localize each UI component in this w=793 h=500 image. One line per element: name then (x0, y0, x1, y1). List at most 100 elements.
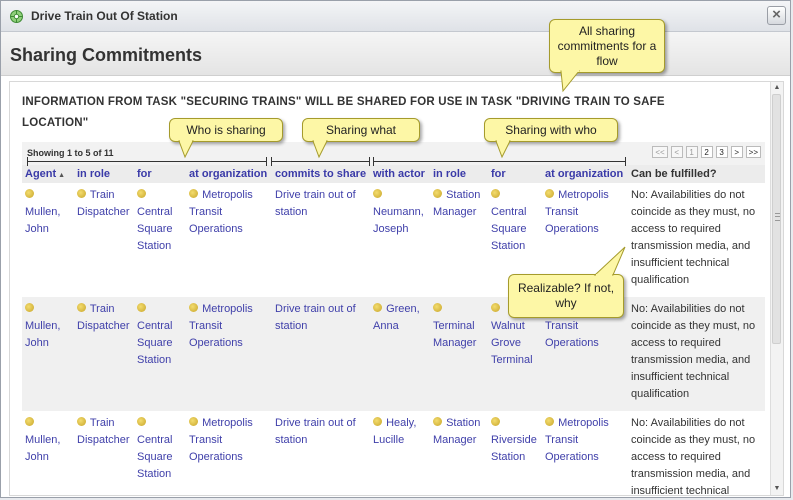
col-organization[interactable]: at organization (186, 165, 272, 183)
first-page-button[interactable]: << (652, 146, 668, 158)
col-commits-to-share[interactable]: commits to share (272, 165, 370, 183)
role-icon (433, 417, 442, 426)
info-cell[interactable]: Drive train out of station (272, 183, 370, 297)
person-icon (373, 189, 382, 198)
place-icon (137, 417, 146, 426)
organization-icon (189, 417, 198, 426)
actor-role-cell[interactable]: Station Manager (430, 411, 488, 495)
col-actor-organization[interactable]: at organization (542, 165, 628, 183)
close-button[interactable]: × (767, 6, 786, 25)
callout-pointer (495, 140, 511, 159)
organization-icon (189, 303, 198, 312)
with-bracket-line (373, 161, 625, 162)
col-role[interactable]: in role (74, 165, 134, 183)
callout-pointer (560, 70, 581, 93)
fulfilled-cell: No: Availabilities do not coincide as th… (631, 417, 756, 496)
callout-sharing-with: Sharing with who (484, 118, 618, 142)
for-cell[interactable]: Central Square Station (134, 297, 186, 411)
for-cell[interactable]: Central Square Station (134, 183, 186, 297)
person-icon (373, 303, 382, 312)
role-cell[interactable]: Train Dispatcher (74, 183, 134, 297)
actor-cell[interactable]: Green, Anna (370, 297, 430, 411)
org-cell[interactable]: Metropolis Transit Operations (186, 183, 272, 297)
col-for[interactable]: for (134, 165, 186, 183)
place-icon (137, 189, 146, 198)
col-can-be-fulfilled: Can be fulfilled? (628, 165, 765, 183)
role-cell[interactable]: Train Dispatcher (74, 297, 134, 411)
grip-icon (775, 213, 780, 221)
col-agent[interactable]: Agent ▲ (22, 165, 74, 183)
commitments-table: Agent ▲ in role for at organization commi… (22, 165, 765, 496)
table-row: Mullen, John Train Dispatcher Central Sq… (22, 411, 765, 496)
org-cell[interactable]: Metropolis Transit Operations (186, 411, 272, 495)
page-1-button[interactable]: 1 (685, 146, 698, 158)
page-title: Sharing Commitments (10, 45, 203, 65)
table-header-row: Agent ▲ in role for at organization commi… (22, 165, 765, 183)
showing-count: Showing 1 to 5 of 11 (27, 148, 114, 158)
person-icon (25, 303, 34, 312)
person-icon (25, 417, 34, 426)
table-row: Mullen, John Train Dispatcher Central Sq… (22, 297, 765, 411)
col-with-actor[interactable]: with actor (370, 165, 430, 183)
place-icon (137, 303, 146, 312)
org-cell[interactable]: Metropolis Transit Operations (186, 297, 272, 411)
table-row: Mullen, John Train Dispatcher Central Sq… (22, 183, 765, 297)
info-cell[interactable]: Drive train out of station (272, 297, 370, 411)
place-icon (491, 189, 500, 198)
organization-icon (189, 189, 198, 198)
dialog-window: Drive Train Out Of Station × Sharing Com… (0, 0, 791, 498)
role-cell[interactable]: Train Dispatcher (74, 411, 134, 495)
who-bracket-tick (27, 157, 28, 166)
actor-cell[interactable]: Neumann, Joseph (370, 183, 430, 297)
sort-asc-icon: ▲ (58, 172, 66, 179)
commitments-table-wrap: Showing 1 to 5 of 11 << < 1 2 3 > >> Age… (22, 142, 765, 496)
who-bracket-tick (266, 157, 267, 166)
callout-pointer (593, 246, 626, 276)
organization-icon (545, 417, 554, 426)
close-icon: × (772, 6, 781, 23)
last-page-button[interactable]: >> (745, 146, 761, 158)
scroll-down-icon[interactable]: ▼ (772, 484, 782, 494)
callout-pointer (178, 140, 194, 159)
role-icon (77, 417, 86, 426)
person-icon (373, 417, 382, 426)
page-3-button[interactable]: 3 (715, 146, 728, 158)
with-bracket-tick (373, 157, 374, 166)
callout-pointer (312, 140, 328, 159)
info-cell[interactable]: Drive train out of station (272, 411, 370, 495)
agent-cell[interactable]: Mullen, John (22, 297, 74, 411)
what-bracket-line (271, 161, 369, 162)
who-bracket-line (27, 161, 266, 162)
callout-sharing-what: Sharing what (302, 118, 420, 142)
place-icon (491, 417, 500, 426)
agent-cell[interactable]: Mullen, John (22, 183, 74, 297)
actor-for-cell[interactable]: Riverside Station (488, 411, 542, 495)
callout-all-sharing: All sharing commitments for a flow (549, 19, 665, 73)
organization-icon (545, 189, 554, 198)
scroll-thumb[interactable] (772, 94, 781, 344)
agent-cell[interactable]: Mullen, John (22, 411, 74, 495)
fulfilled-cell: No: Availabilities do not coincide as th… (631, 189, 756, 286)
actor-role-cell[interactable]: Station Manager (430, 183, 488, 297)
actor-role-cell[interactable]: Terminal Manager (430, 297, 488, 411)
col-actor-role[interactable]: in role (430, 165, 488, 183)
pager-bar: Showing 1 to 5 of 11 << < 1 2 3 > >> (22, 142, 765, 166)
next-page-button[interactable]: > (730, 146, 743, 158)
vertical-scrollbar[interactable]: ▲ ▼ (770, 82, 783, 495)
person-icon (25, 189, 34, 198)
role-icon (433, 303, 442, 312)
fulfilled-cell: No: Availabilities do not coincide as th… (628, 297, 765, 411)
page-2-button[interactable]: 2 (700, 146, 713, 158)
title-bar[interactable]: Drive Train Out Of Station × (1, 1, 790, 32)
role-icon (77, 189, 86, 198)
what-bracket-tick (369, 157, 370, 166)
col-actor-for[interactable]: for (488, 165, 542, 183)
prev-page-button[interactable]: < (670, 146, 683, 158)
actor-org-cell[interactable]: Metropolis Transit Operations (542, 411, 628, 495)
scroll-up-icon[interactable]: ▲ (772, 83, 782, 93)
role-icon (433, 189, 442, 198)
actor-cell[interactable]: Healy, Lucille (370, 411, 430, 495)
what-bracket-tick (271, 157, 272, 166)
callout-realizable: Realizable? If not, why (508, 274, 624, 318)
for-cell[interactable]: Central Square Station (134, 411, 186, 495)
